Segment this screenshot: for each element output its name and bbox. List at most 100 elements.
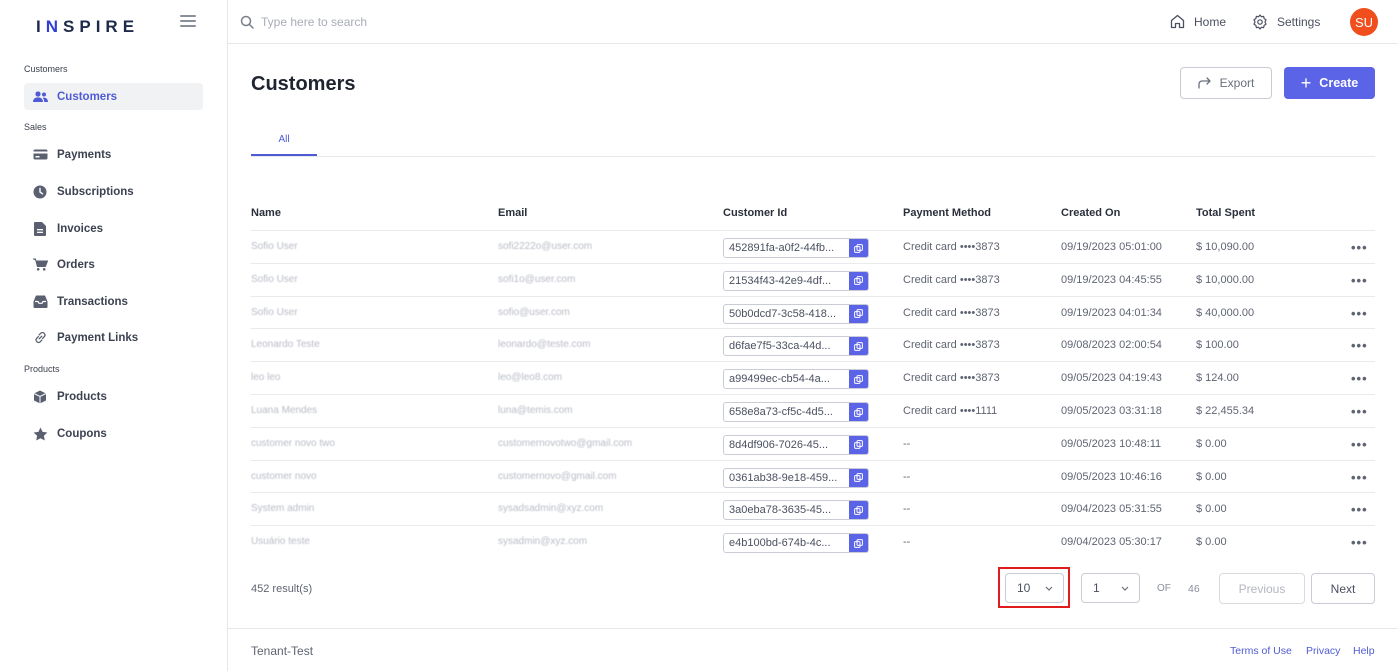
table-row[interactable]: Sofio User sofio@user.com 50b0dcd7-3c58-41… xyxy=(251,295,1375,329)
table-row[interactable]: Leonardo Teste leonardo@teste.com d6fae7f5… xyxy=(251,328,1375,361)
customer-id-field[interactable]: d6fae7f5-33ca-44d... xyxy=(723,336,869,357)
more-actions-icon[interactable]: ••• xyxy=(1351,437,1368,452)
home-label: Home xyxy=(1194,14,1227,29)
help-link[interactable]: Help xyxy=(1353,645,1375,657)
customer-id-field[interactable]: 3a0eba78-3635-45... xyxy=(723,500,869,521)
created-on: 09/04/2023 05:30:17 xyxy=(1061,536,1162,549)
customer-id-value: 3a0eba78-3635-45... xyxy=(729,504,832,517)
table-row[interactable]: customer novo two customernovotwo@gmail.c… xyxy=(251,426,1375,460)
customer-id-field[interactable]: a99499ec-cb54-4a... xyxy=(723,369,869,390)
copy-icon[interactable] xyxy=(849,501,868,520)
sidebar-item-label: Invoices xyxy=(57,222,104,235)
copy-icon[interactable] xyxy=(849,370,868,389)
sidebar-item-payments[interactable]: Payments xyxy=(24,141,203,168)
sidebar-item-transactions[interactable]: Transactions xyxy=(24,288,203,315)
customer-email: sysadsadmin@xyz.com xyxy=(498,503,604,515)
gear-icon xyxy=(1253,14,1267,30)
more-actions-icon[interactable]: ••• xyxy=(1351,470,1368,485)
payment-method: -- xyxy=(903,437,911,450)
sidebar-item-label: Customers xyxy=(57,90,118,103)
copy-icon[interactable] xyxy=(849,304,868,323)
tab-all[interactable]: All xyxy=(251,128,317,156)
column-header-total-spent: Total Spent xyxy=(1196,207,1256,219)
search-input[interactable] xyxy=(261,11,661,33)
customer-id-field[interactable]: 50b0dcd7-3c58-418... xyxy=(723,303,869,324)
copy-icon[interactable] xyxy=(849,239,868,257)
customer-id-field[interactable]: e4b100bd-674b-4c... xyxy=(723,533,869,554)
search-icon xyxy=(240,15,254,29)
tenant-name: Tenant-Test xyxy=(251,644,314,658)
more-actions-icon[interactable]: ••• xyxy=(1351,404,1368,419)
customer-name: Usuário teste xyxy=(251,536,310,548)
customer-id-field[interactable]: 452891fa-a0f2-44fb... xyxy=(723,238,869,258)
created-on: 09/05/2023 03:31:18 xyxy=(1061,405,1162,417)
copy-icon[interactable] xyxy=(849,435,868,454)
copy-icon[interactable] xyxy=(849,534,868,553)
customer-email: sysadmin@xyz.com xyxy=(498,536,588,548)
privacy-link[interactable]: Privacy xyxy=(1306,645,1340,657)
table-row[interactable]: Sofio User sofi2222o@user.com 452891fa-a0f… xyxy=(251,230,1375,263)
created-on: 09/19/2023 05:01:00 xyxy=(1061,241,1162,253)
inbox-icon xyxy=(32,294,48,310)
customer-id-value: 452891fa-a0f2-44fb... xyxy=(729,242,835,254)
sidebar-item-products[interactable]: Products xyxy=(24,383,203,410)
copy-icon[interactable] xyxy=(849,468,868,487)
more-actions-icon[interactable]: ••• xyxy=(1351,502,1368,517)
sidebar-item-invoices[interactable]: Invoices xyxy=(24,215,203,242)
customer-id-field[interactable]: 0361ab38-9e18-459... xyxy=(723,467,869,488)
star-icon xyxy=(32,426,48,442)
table-row[interactable]: Sofio User sofi1o@user.com 21534f43-42e9-4… xyxy=(251,262,1375,296)
next-button[interactable]: Next xyxy=(1311,573,1375,604)
sidebar-item-coupons[interactable]: Coupons xyxy=(24,420,203,447)
settings-label: Settings xyxy=(1277,15,1321,29)
more-actions-icon[interactable]: ••• xyxy=(1351,535,1368,550)
table-row[interactable]: customer novo customernovo@gmail.com 0361a… xyxy=(251,459,1375,493)
more-actions-icon[interactable]: ••• xyxy=(1351,306,1368,321)
page-size-select[interactable]: 10 xyxy=(1005,573,1064,603)
more-actions-icon[interactable]: ••• xyxy=(1351,338,1368,353)
customer-name: Luana Mendes xyxy=(251,405,318,416)
table-row[interactable]: Usuário teste sysadmin@xyz.com e4b100bd-67… xyxy=(251,525,1375,558)
payment-method: Credit card ••••3873 xyxy=(903,241,1000,253)
more-actions-icon[interactable]: ••• xyxy=(1351,371,1368,386)
sidebar-section-products: Products xyxy=(24,364,60,374)
terms-link[interactable]: Terms of Use xyxy=(1230,645,1292,657)
table-row[interactable]: leo leo leo@leo8.com a99499ec-cb54-4a... Cr… xyxy=(251,361,1375,394)
home-link[interactable]: Home xyxy=(1170,14,1226,29)
table-row[interactable]: System admin sysadsadmin@xyz.com 3a0eba78-… xyxy=(251,492,1375,525)
customer-email: customernovo@gmail.com xyxy=(498,470,617,482)
sidebar-item-label: Subscriptions xyxy=(57,185,134,198)
customer-id-field[interactable]: 658e8a73-cf5c-4d5... xyxy=(723,402,869,422)
customer-id-field[interactable]: 8d4df906-7026-45... xyxy=(723,434,869,455)
total-spent: $ 100.00 xyxy=(1196,339,1239,352)
previous-button[interactable]: Previous xyxy=(1219,573,1305,604)
customer-name: Sofio User xyxy=(251,306,298,318)
more-actions-icon[interactable]: ••• xyxy=(1351,240,1368,255)
customer-id-value: e4b100bd-674b-4c... xyxy=(729,537,831,550)
page-number-select[interactable]: 1 xyxy=(1081,573,1140,603)
export-button[interactable]: Export xyxy=(1180,67,1272,99)
footer-divider xyxy=(228,628,1398,629)
menu-toggle-icon[interactable] xyxy=(180,15,196,29)
created-on: 09/05/2023 10:46:16 xyxy=(1061,470,1162,483)
customer-id-field[interactable]: 21534f43-42e9-4df... xyxy=(723,270,869,291)
sidebar-item-subscriptions[interactable]: Subscriptions xyxy=(24,178,203,205)
customer-email: leonardo@teste.com xyxy=(498,339,591,351)
sidebar-item-orders[interactable]: Orders xyxy=(24,251,203,278)
copy-icon[interactable] xyxy=(849,403,868,421)
page-size-value: 10 xyxy=(1017,581,1031,595)
settings-link[interactable]: Settings xyxy=(1252,14,1320,30)
sidebar-item-customers[interactable]: Customers xyxy=(24,83,203,110)
column-header-created-on: Created On xyxy=(1061,207,1121,219)
sidebar-section-customers: Customers xyxy=(24,64,68,74)
sidebar-item-payment-links[interactable]: Payment Links xyxy=(24,324,203,351)
more-actions-icon[interactable]: ••• xyxy=(1351,273,1368,288)
avatar[interactable]: SU xyxy=(1350,8,1378,36)
table-row[interactable]: Luana Mendes luna@temis.com 658e8a73-cf5c-… xyxy=(251,394,1375,427)
brand-logo[interactable]: INSPIRE xyxy=(36,17,139,37)
copy-icon[interactable] xyxy=(849,337,868,356)
copy-icon[interactable] xyxy=(849,271,868,290)
customer-name: customer novo two xyxy=(251,437,335,449)
create-button[interactable]: + Create xyxy=(1284,67,1375,99)
customer-email: luna@temis.com xyxy=(498,405,573,416)
